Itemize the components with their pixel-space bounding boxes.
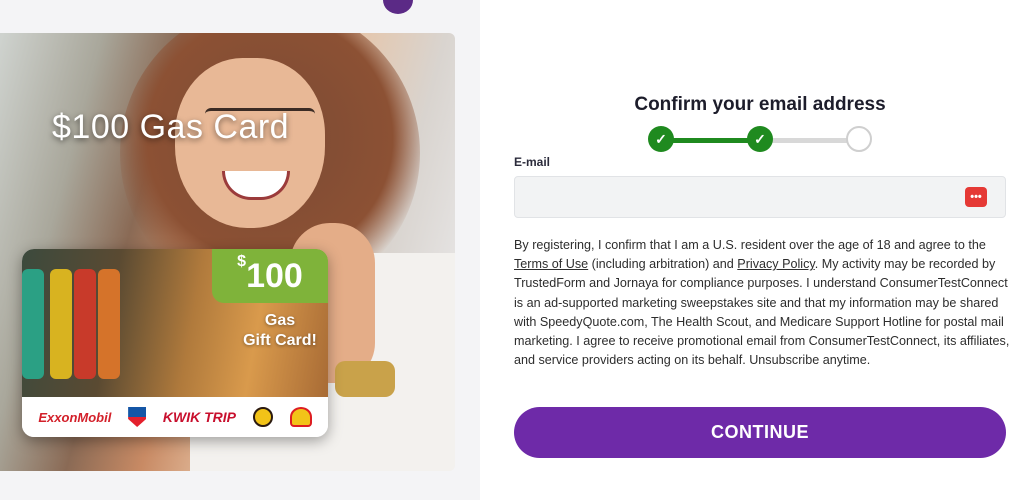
chevron-logo (128, 407, 147, 427)
progress-step-1-complete: ✓ (648, 126, 674, 152)
checkmark-icon: ✓ (754, 130, 766, 147)
email-label: E-mail (514, 155, 551, 169)
exxonmobil-logo: ExxonMobil (38, 409, 112, 425)
form-title: Confirm your email address (634, 94, 886, 115)
progress-step-2-complete: ✓ (747, 126, 773, 152)
checkmark-icon: ✓ (655, 130, 667, 147)
password-manager-icon[interactable]: ••• (965, 187, 987, 207)
gas-gift-card: $100 Gas Gift Card! ExxonMobil KWIK TRIP (22, 249, 328, 437)
amount-badge: $100 (212, 249, 328, 303)
gift-card-label: Gas Gift Card! (232, 311, 328, 351)
progress-line-complete (660, 138, 760, 143)
progress-step-3-pending (846, 126, 872, 152)
top-logo-fragment (383, 0, 413, 14)
terms-of-use-link[interactable]: Terms of Use (514, 257, 588, 271)
continue-button[interactable]: CONTINUE (514, 407, 1006, 458)
hero-title: $100 Gas Card (52, 108, 290, 146)
amount-value: 100 (246, 257, 303, 295)
gift-line-2: Gift Card! (243, 332, 317, 349)
consent-part-1: By registering, I confirm that I am a U.… (514, 238, 986, 252)
consent-part-2: (including arbitration) and (588, 257, 738, 272)
currency-symbol: $ (237, 253, 247, 270)
wristwatch (335, 361, 395, 397)
badge-amount: $100 (212, 249, 328, 303)
pump-nozzle (22, 269, 44, 379)
consent-part-3: . My activity may be recorded by Trusted… (514, 257, 1010, 368)
email-field[interactable] (514, 176, 1006, 218)
pump-nozzle (98, 269, 120, 379)
consent-text: By registering, I confirm that I am a U.… (514, 236, 1010, 370)
progress-line-incomplete (760, 138, 858, 143)
gift-line-1: Gas (264, 312, 296, 329)
brand-logos: ExxonMobil KWIK TRIP (22, 397, 328, 437)
privacy-policy-link[interactable]: Privacy Policy (737, 257, 814, 271)
bucees-logo (252, 407, 273, 427)
pump-nozzle (50, 269, 72, 379)
hero-image: $100 Gas Card $100 Gas Gift Card! ExxonM… (0, 33, 455, 471)
pump-nozzle (74, 269, 96, 379)
kwik-trip-logo: KWIK TRIP (162, 409, 237, 425)
shell-logo (289, 407, 312, 427)
